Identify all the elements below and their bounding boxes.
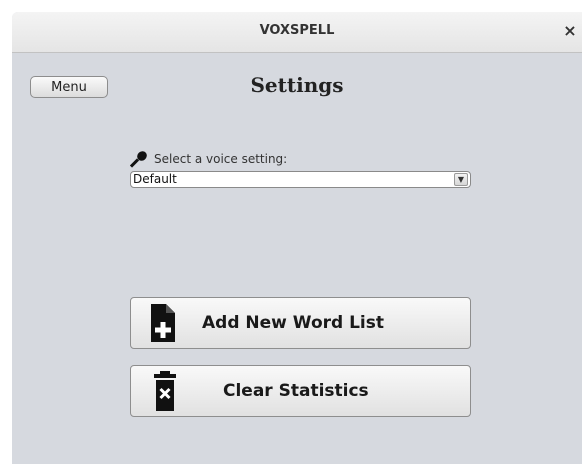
voice-select[interactable]: Default ▼ <box>130 171 471 188</box>
title-bar[interactable]: VOXSPELL × <box>12 12 582 53</box>
voice-setting-label: Select a voice setting: <box>154 152 288 166</box>
window-title: VOXSPELL <box>259 23 335 38</box>
page-title: Settings <box>250 73 344 97</box>
file-plus-icon <box>151 304 175 342</box>
close-button[interactable]: × <box>562 23 578 39</box>
chevron-down-icon[interactable]: ▼ <box>454 173 468 186</box>
trash-icon <box>154 371 176 411</box>
microphone-icon <box>130 151 147 168</box>
voice-setting-label-row: Select a voice setting: <box>130 150 287 168</box>
add-word-list-label: Add New Word List <box>202 313 384 333</box>
voice-select-value: Default <box>133 172 177 186</box>
add-word-list-button[interactable]: Add New Word List <box>130 297 471 349</box>
clear-statistics-label: Clear Statistics <box>223 381 369 401</box>
app-window: VOXSPELL × Menu Settings Select a voice … <box>12 12 582 464</box>
clear-statistics-button[interactable]: Clear Statistics <box>130 365 471 417</box>
